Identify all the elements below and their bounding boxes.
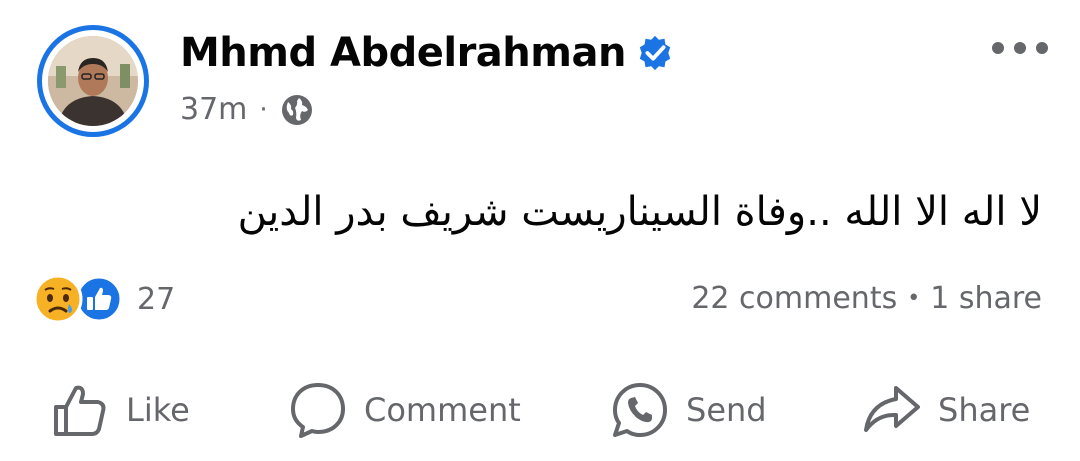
reaction-count: 27 [137,281,176,317]
more-options-icon[interactable] [990,38,1050,58]
sad-reaction-icon [33,274,83,324]
avatar[interactable] [48,36,138,126]
send-button[interactable]: Send [610,378,767,442]
share-label: Share [938,391,1031,429]
like-label: Like [126,391,190,429]
author-row: Mhmd Abdelrahman [180,28,674,78]
comment-label: Comment [364,391,521,429]
verified-badge-icon [639,35,671,71]
reactions-summary[interactable]: 27 [33,273,175,325]
whatsapp-send-icon [613,383,667,437]
meta-separator: · [259,95,268,125]
engagement-counts: 22 comments • 1 share [691,278,1042,320]
post-time[interactable]: 37m [180,90,247,130]
globe-icon [281,95,312,125]
send-label: Send [686,391,767,429]
comment-icon [291,383,345,438]
share-button[interactable]: Share [862,378,1030,442]
counts-separator: • [907,286,921,311]
avatar-image [48,36,138,126]
post-text: لا اله الا الله ..وفاة السيناريست شريف ب… [237,189,1042,235]
post-meta: 37m · [180,90,314,130]
like-button[interactable]: Like [50,378,190,442]
share-icon [864,386,920,432]
author-name[interactable]: Mhmd Abdelrahman [180,28,626,78]
comments-count[interactable]: 22 comments [691,278,897,320]
comment-button[interactable]: Comment [288,378,521,442]
shares-count[interactable]: 1 share [930,278,1042,320]
like-icon [54,385,106,436]
